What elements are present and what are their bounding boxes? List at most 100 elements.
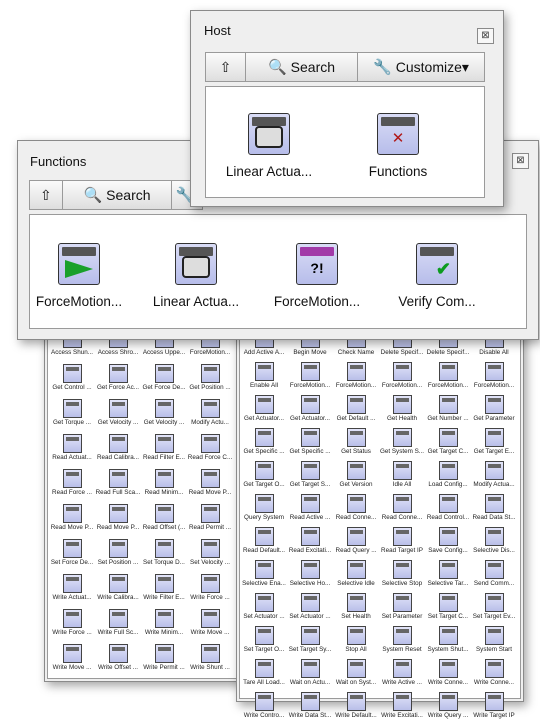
- palette-item[interactable]: Query System: [241, 492, 287, 523]
- palette-item[interactable]: Get Control ...: [49, 362, 95, 395]
- palette-item[interactable]: Get Default ...: [333, 393, 379, 424]
- palette-item[interactable]: Write Shunt ...: [187, 642, 233, 675]
- host-up-button[interactable]: ⇧: [206, 53, 246, 81]
- palette-item[interactable]: Set Target Sy...: [287, 624, 333, 655]
- palette-item[interactable]: Set Actuator ...: [287, 591, 333, 622]
- palette-item[interactable]: Get Target E...: [471, 426, 517, 457]
- palette-item[interactable]: Write Target IP: [471, 690, 517, 721]
- palette-item[interactable]: Tare All Load...: [241, 657, 287, 688]
- palette-item[interactable]: Read Permit ...: [187, 502, 233, 535]
- palette-item[interactable]: Read Active ...: [287, 492, 333, 523]
- palette-item[interactable]: Read Target IP: [379, 525, 425, 556]
- palette-item[interactable]: Read Offset (...: [141, 502, 187, 535]
- palette-item[interactable]: Idle All: [379, 459, 425, 490]
- palette-item[interactable]: Read Force C...: [187, 432, 233, 465]
- functions-item-linear-actuator[interactable]: Linear Actua...: [142, 243, 250, 309]
- palette-item[interactable]: Read Actuat...: [49, 432, 95, 465]
- palette-item[interactable]: Read Default...: [241, 525, 287, 556]
- palette-item[interactable]: Set Parameter: [379, 591, 425, 622]
- palette-item[interactable]: Get Number ...: [425, 393, 471, 424]
- palette-item[interactable]: ForceMotion...: [425, 360, 471, 391]
- palette-item[interactable]: Read Move P...: [187, 467, 233, 500]
- palette-item[interactable]: ForceMotion...: [471, 360, 517, 391]
- palette-item[interactable]: Read Conne...: [379, 492, 425, 523]
- palette-item[interactable]: Get Actuator...: [287, 393, 333, 424]
- palette-item[interactable]: Write Data St...: [287, 690, 333, 721]
- functions-up-button[interactable]: ⇧: [30, 181, 63, 209]
- palette-item[interactable]: Get Health: [379, 393, 425, 424]
- palette-item[interactable]: Read Move P...: [49, 502, 95, 535]
- palette-item[interactable]: Get Force De...: [141, 362, 187, 395]
- palette-item[interactable]: Wait on Syst...: [333, 657, 379, 688]
- palette-item[interactable]: Get Torque ...: [49, 397, 95, 430]
- palette-item[interactable]: Enable All: [241, 360, 287, 391]
- palette-item[interactable]: Set Target O...: [241, 624, 287, 655]
- palette-item[interactable]: Get Velocity ...: [95, 397, 141, 430]
- host-customize-button[interactable]: 🔧 Customize▾: [358, 53, 484, 81]
- palette-item[interactable]: Set Position ...: [95, 537, 141, 570]
- palette-item[interactable]: Save Config...: [425, 525, 471, 556]
- palette-item[interactable]: Write Minim...: [141, 607, 187, 640]
- host-item-functions[interactable]: ✕ Functions: [344, 113, 452, 179]
- palette-item[interactable]: Set Force De...: [49, 537, 95, 570]
- palette-item[interactable]: Write Offset ...: [95, 642, 141, 675]
- palette-item[interactable]: Get Parameter: [471, 393, 517, 424]
- palette-item[interactable]: Read Query ...: [333, 525, 379, 556]
- palette-item[interactable]: Write Conne...: [425, 657, 471, 688]
- palette-item[interactable]: Stop All: [333, 624, 379, 655]
- palette-item[interactable]: Send Comm...: [471, 558, 517, 589]
- palette-item[interactable]: Load Config...: [425, 459, 471, 490]
- palette-item[interactable]: Get Force Ac...: [95, 362, 141, 395]
- palette-item[interactable]: Write Active ...: [379, 657, 425, 688]
- palette-item[interactable]: Write Permit ...: [141, 642, 187, 675]
- palette-item[interactable]: Selective Dis...: [471, 525, 517, 556]
- functions-item-forcemotion-error[interactable]: ?! ForceMotion...: [263, 243, 371, 309]
- palette-item[interactable]: Get Target O...: [241, 459, 287, 490]
- palette-item[interactable]: Write Actuat...: [49, 572, 95, 605]
- palette-item[interactable]: Write Move ...: [187, 607, 233, 640]
- palette-item[interactable]: Read Control...: [425, 492, 471, 523]
- palette-item[interactable]: Write Force ...: [187, 572, 233, 605]
- palette-item[interactable]: Set Torque D...: [141, 537, 187, 570]
- palette-item[interactable]: Modify Actu...: [187, 397, 233, 430]
- palette-item[interactable]: ForceMotion...: [379, 360, 425, 391]
- host-close-button[interactable]: ⊠: [477, 28, 494, 44]
- palette-item[interactable]: Selective Tar...: [425, 558, 471, 589]
- functions-search-button[interactable]: 🔍 Search: [62, 181, 173, 209]
- palette-item[interactable]: Selective Idle: [333, 558, 379, 589]
- palette-item[interactable]: Write Default...: [333, 690, 379, 721]
- palette-item[interactable]: Set Target C...: [425, 591, 471, 622]
- host-search-button[interactable]: 🔍 Search: [246, 53, 358, 81]
- palette-item[interactable]: Write Filter E...: [141, 572, 187, 605]
- palette-item[interactable]: ForceMotion...: [287, 360, 333, 391]
- palette-item[interactable]: Write Full Sc...: [95, 607, 141, 640]
- palette-item[interactable]: Set Health: [333, 591, 379, 622]
- palette-item[interactable]: System Reset: [379, 624, 425, 655]
- functions-close-button[interactable]: ⊠: [512, 153, 529, 169]
- palette-item[interactable]: Write Query ...: [425, 690, 471, 721]
- functions-item-verify-communication[interactable]: ✔ Verify Com...: [383, 243, 491, 309]
- palette-item[interactable]: Read Conne...: [333, 492, 379, 523]
- palette-item[interactable]: Selective Ena...: [241, 558, 287, 589]
- palette-item[interactable]: Get Specific ...: [287, 426, 333, 457]
- palette-item[interactable]: Get Status: [333, 426, 379, 457]
- palette-item[interactable]: Read Full Sca...: [95, 467, 141, 500]
- palette-item[interactable]: Get Specific ...: [241, 426, 287, 457]
- palette-item[interactable]: System Start: [471, 624, 517, 655]
- palette-item[interactable]: Wait on Actu...: [287, 657, 333, 688]
- palette-item[interactable]: Modify Actua...: [471, 459, 517, 490]
- palette-item[interactable]: Write Excitati...: [379, 690, 425, 721]
- palette-item[interactable]: Get Target S...: [287, 459, 333, 490]
- palette-item[interactable]: Get Actuator...: [241, 393, 287, 424]
- palette-item[interactable]: Get Position ...: [187, 362, 233, 395]
- palette-item[interactable]: Write Force ...: [49, 607, 95, 640]
- palette-item[interactable]: Write Contro...: [241, 690, 287, 721]
- palette-item[interactable]: Read Filter E...: [141, 432, 187, 465]
- palette-item[interactable]: Read Force ...: [49, 467, 95, 500]
- palette-item[interactable]: Get System S...: [379, 426, 425, 457]
- palette-item[interactable]: Set Velocity ...: [187, 537, 233, 570]
- palette-item[interactable]: Read Data St...: [471, 492, 517, 523]
- palette-item[interactable]: Write Calibra...: [95, 572, 141, 605]
- palette-item[interactable]: Get Target C...: [425, 426, 471, 457]
- palette-item[interactable]: Write Move ...: [49, 642, 95, 675]
